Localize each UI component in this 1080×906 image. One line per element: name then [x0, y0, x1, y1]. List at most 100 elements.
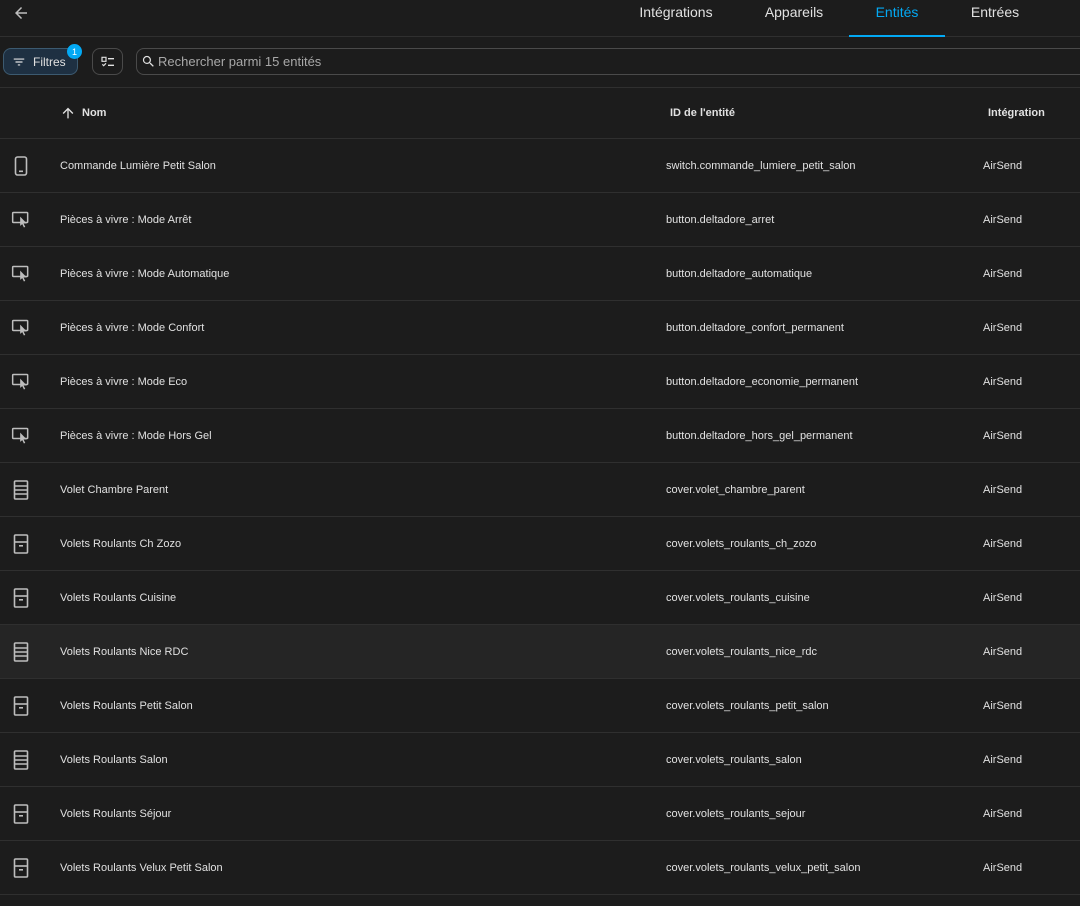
filter-icon — [12, 55, 26, 69]
top-app-bar: Intégrations Appareils Entités Entrées — [0, 0, 1080, 37]
shutter-closed-icon — [13, 641, 29, 662]
entity-icon-cell — [11, 355, 31, 408]
button-press-icon — [11, 372, 31, 392]
entity-integration: AirSend — [983, 483, 1023, 496]
tab-devices[interactable]: Appareils — [760, 0, 828, 37]
entity-icon-cell — [11, 787, 31, 840]
table-row[interactable]: Volet Chambre Parent cover.volet_chambre… — [0, 463, 1080, 517]
table-row[interactable]: Volets Roulants Petit Salon cover.volets… — [0, 679, 1080, 733]
entity-id: button.deltadore_automatique — [666, 267, 813, 280]
entity-icon-cell — [11, 301, 31, 354]
entity-icon-cell — [11, 841, 31, 894]
table-row[interactable]: Pièces à vivre : Mode Hors Gel button.de… — [0, 409, 1080, 463]
shutter-open-icon — [13, 803, 29, 824]
entity-id: cover.volet_chambre_parent — [666, 483, 805, 496]
tab-integrations[interactable]: Intégrations — [638, 0, 714, 37]
tab-label: Appareils — [764, 4, 824, 20]
entity-id: cover.volets_roulants_nice_rdc — [666, 645, 818, 658]
entity-integration: AirSend — [983, 537, 1023, 550]
tab-label: Entités — [875, 4, 919, 20]
entity-integration: AirSend — [983, 645, 1023, 658]
entity-id: button.deltadore_confort_permanent — [666, 321, 844, 334]
column-header-entity-id-label: ID de l'entité — [670, 107, 735, 119]
entity-name: Volets Roulants Ch Zozo — [60, 537, 182, 550]
entity-integration: AirSend — [983, 267, 1023, 280]
entity-icon-cell — [11, 517, 31, 570]
tab-helpers[interactable]: Entrées — [966, 0, 1024, 37]
entity-name: Volet Chambre Parent — [60, 483, 169, 496]
shutter-open-icon — [13, 587, 29, 608]
entity-id: cover.volets_roulants_salon — [666, 753, 802, 766]
search-field[interactable] — [136, 48, 1080, 75]
entity-name: Pièces à vivre : Mode Eco — [60, 375, 188, 388]
entity-icon-cell — [11, 463, 31, 516]
table-row[interactable]: Volets Roulants Velux Petit Salon cover.… — [0, 841, 1080, 895]
entity-name: Volets Roulants Nice RDC — [60, 645, 189, 658]
entity-icon-cell — [11, 247, 31, 300]
entity-name: Pièces à vivre : Mode Confort — [60, 321, 205, 334]
column-header-integration[interactable]: Intégration — [988, 88, 1045, 138]
entity-id: cover.volets_roulants_sejour — [666, 807, 806, 820]
filters-count-badge: 1 — [67, 44, 82, 59]
entity-integration: AirSend — [983, 375, 1023, 388]
switch-icon — [14, 155, 28, 176]
entity-id: cover.volets_roulants_cuisine — [666, 591, 810, 604]
entity-integration: AirSend — [983, 861, 1023, 874]
entity-name: Volets Roulants Cuisine — [60, 591, 177, 604]
table-header: Nom ID de l'entité Intégration — [0, 88, 1080, 139]
search-icon — [141, 54, 156, 69]
entity-id: button.deltadore_economie_permanent — [666, 375, 859, 388]
back-button[interactable] — [6, 0, 36, 26]
shutter-closed-icon — [13, 479, 29, 500]
checklist-icon — [100, 54, 116, 70]
search-toolbar: Filtres 1 — [0, 37, 1080, 88]
entity-name: Pièces à vivre : Mode Automatique — [60, 267, 230, 280]
table-row[interactable]: Pièces à vivre : Mode Arrêt button.delta… — [0, 193, 1080, 247]
entity-integration: AirSend — [983, 213, 1023, 226]
table-row[interactable]: Volets Roulants Séjour cover.volets_roul… — [0, 787, 1080, 841]
table-row[interactable]: Volets Roulants Nice RDC cover.volets_ro… — [0, 625, 1080, 679]
arrow-left-icon — [12, 4, 30, 22]
shutter-open-icon — [13, 857, 29, 878]
table-row[interactable]: Volets Roulants Ch Zozo cover.volets_rou… — [0, 517, 1080, 571]
entity-icon-cell — [11, 571, 31, 624]
column-header-name[interactable]: Nom — [60, 88, 106, 138]
shutter-open-icon — [13, 533, 29, 554]
entity-name: Pièces à vivre : Mode Hors Gel — [60, 429, 212, 442]
table-row[interactable]: Volets Roulants Salon cover.volets_roula… — [0, 733, 1080, 787]
entity-name: Pièces à vivre : Mode Arrêt — [60, 213, 192, 226]
entity-name: Volets Roulants Salon — [60, 753, 168, 766]
tab-entities[interactable]: Entités — [849, 0, 945, 37]
column-header-entity-id[interactable]: ID de l'entité — [670, 88, 735, 138]
table-row[interactable]: Commande Lumière Petit Salon switch.comm… — [0, 139, 1080, 193]
entity-integration: AirSend — [983, 321, 1023, 334]
entity-integration: AirSend — [983, 591, 1023, 604]
entity-id: cover.volets_roulants_ch_zozo — [666, 537, 817, 550]
tab-label: Intégrations — [639, 4, 713, 20]
arrow-up-icon — [60, 105, 76, 121]
entity-name: Volets Roulants Séjour — [60, 807, 172, 820]
table-row[interactable]: Volets Roulants Cuisine cover.volets_rou… — [0, 571, 1080, 625]
tab-label: Entrées — [970, 4, 1020, 20]
table-row[interactable]: Pièces à vivre : Mode Eco button.deltado… — [0, 355, 1080, 409]
search-input[interactable] — [158, 54, 1058, 69]
column-header-integration-label: Intégration — [988, 107, 1045, 119]
entity-id: cover.volets_roulants_petit_salon — [666, 699, 829, 712]
entity-icon-cell — [11, 139, 31, 192]
entity-integration: AirSend — [983, 429, 1023, 442]
entity-icon-cell — [11, 409, 31, 462]
entity-id: cover.volets_roulants_velux_petit_salon — [666, 861, 861, 874]
entity-icon-cell — [11, 625, 31, 678]
button-press-icon — [11, 426, 31, 446]
entity-integration: AirSend — [983, 699, 1023, 712]
entity-id: button.deltadore_hors_gel_permanent — [666, 429, 853, 442]
entity-id: switch.commande_lumiere_petit_salon — [666, 159, 856, 172]
filters-label: Filtres — [33, 54, 66, 69]
entity-icon-cell — [11, 733, 31, 786]
entity-name: Volets Roulants Velux Petit Salon — [60, 861, 223, 874]
entity-id: button.deltadore_arret — [666, 213, 775, 226]
entity-integration: AirSend — [983, 159, 1023, 172]
table-row[interactable]: Pièces à vivre : Mode Automatique button… — [0, 247, 1080, 301]
selection-mode-button[interactable] — [92, 48, 123, 75]
table-row[interactable]: Pièces à vivre : Mode Confort button.del… — [0, 301, 1080, 355]
